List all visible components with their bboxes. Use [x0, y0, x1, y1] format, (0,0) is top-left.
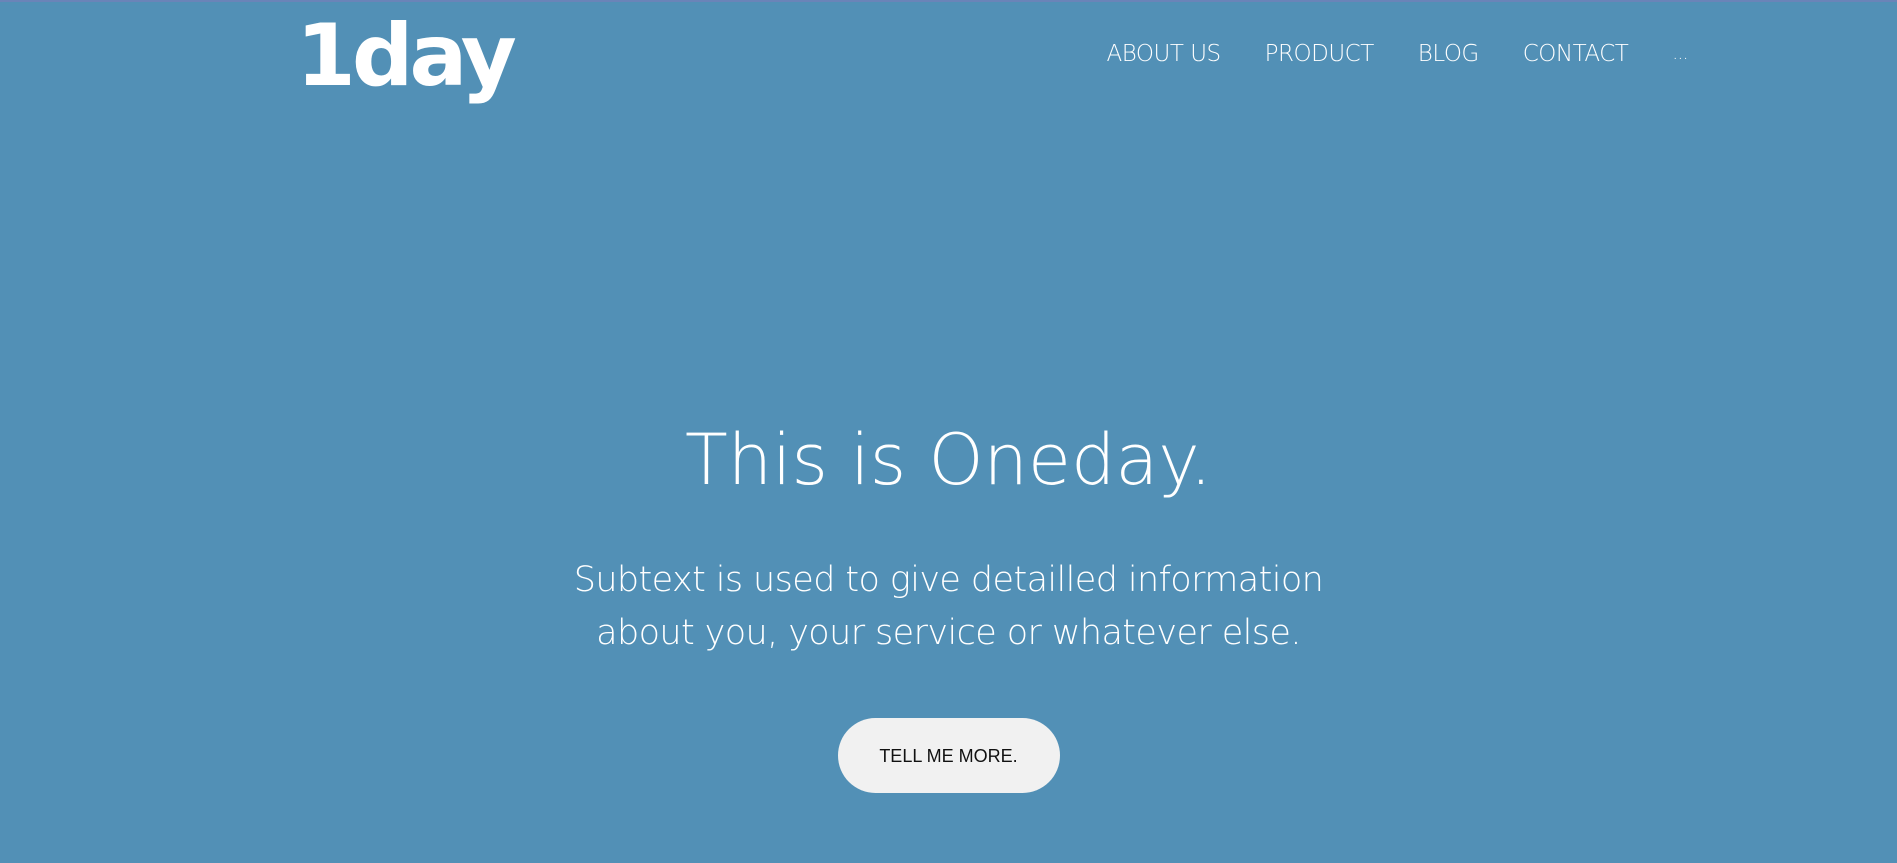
hero-subtext: Subtext is used to give detailled inform…	[519, 554, 1379, 660]
hero-section: This is Oneday. Subtext is used to give …	[0, 412, 1897, 793]
main-nav: ABOUT US PRODUCT BLOG CONTACT ...	[1107, 36, 1689, 72]
hero-subtext-line-1: Subtext is used to give detailled inform…	[573, 560, 1324, 600]
nav-link-contact[interactable]: CONTACT	[1523, 36, 1629, 72]
nav-more-menu[interactable]: ...	[1672, 36, 1688, 72]
nav-link-product[interactable]: PRODUCT	[1265, 36, 1375, 72]
logo[interactable]: 1day	[296, 6, 517, 106]
hero-subtext-line-2: about you, your service or whatever else…	[596, 613, 1301, 653]
nav-link-about-us[interactable]: ABOUT US	[1107, 36, 1222, 72]
site-header: 1day ABOUT US PRODUCT BLOG CONTACT ...	[0, 2, 1897, 112]
tell-me-more-button[interactable]: TELL ME MORE.	[837, 718, 1060, 793]
hero-title: This is Oneday.	[684, 419, 1213, 501]
nav-link-blog[interactable]: BLOG	[1418, 36, 1479, 72]
